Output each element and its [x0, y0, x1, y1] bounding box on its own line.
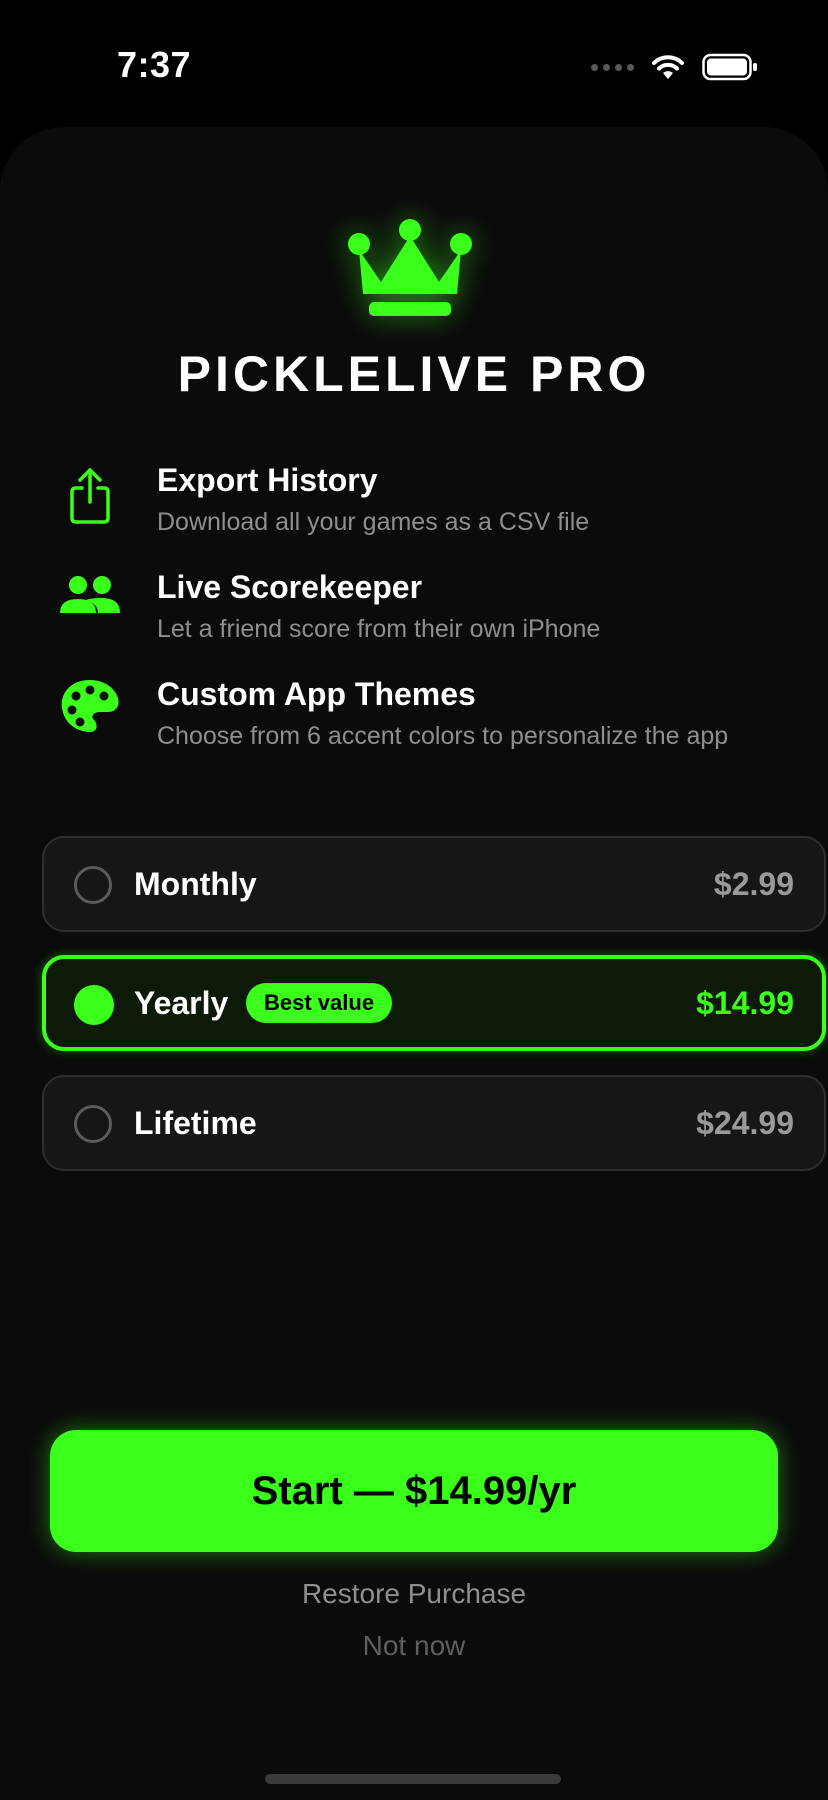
feature-description: Let a friend score from their own iPhone	[157, 615, 601, 643]
best-value-badge: Best value	[246, 983, 393, 1023]
plan-name: Yearly	[134, 985, 229, 1021]
plan-price: $14.99	[696, 985, 794, 1021]
plan-option-lifetime[interactable]: Lifetime $24.99	[42, 1075, 826, 1171]
plan-name: Monthly	[134, 866, 257, 902]
radio-selected-icon	[74, 985, 114, 1025]
page-title: PICKLELIVE PRO	[177, 346, 651, 402]
radio-unselected-icon	[74, 1105, 112, 1143]
feature-title: Custom App Themes	[157, 676, 476, 712]
palette-icon	[61, 680, 119, 732]
home-indicator	[265, 1774, 561, 1784]
plan-price: $24.99	[696, 1105, 794, 1141]
status-icons	[591, 50, 758, 84]
radio-unselected-icon	[74, 866, 112, 904]
status-bar: 7:37	[0, 0, 828, 130]
share-export-icon	[70, 468, 110, 524]
people-icon	[60, 576, 120, 613]
plan-price: $2.99	[713, 866, 794, 902]
wifi-icon	[652, 55, 684, 79]
crown-icon	[348, 219, 472, 316]
feature-title: Live Scorekeeper	[157, 569, 423, 605]
plan-name: Lifetime	[134, 1105, 257, 1141]
not-now-link[interactable]: Not now	[0, 1630, 828, 1662]
feature-description: Download all your games as a CSV file	[157, 508, 590, 536]
plan-option-monthly[interactable]: Monthly $2.99	[42, 836, 826, 932]
status-time: 7:37	[117, 44, 192, 85]
start-subscription-button[interactable]: Start — $14.99/yr	[50, 1430, 778, 1552]
restore-purchase-link[interactable]: Restore Purchase	[0, 1578, 828, 1610]
feature-description: Choose from 6 accent colors to personali…	[157, 722, 729, 750]
battery-icon	[702, 53, 757, 81]
feature-title: Export History	[157, 462, 378, 498]
plan-option-yearly[interactable]: Yearly Best value $14.99	[42, 955, 826, 1051]
cellular-signal-icon	[591, 63, 634, 71]
